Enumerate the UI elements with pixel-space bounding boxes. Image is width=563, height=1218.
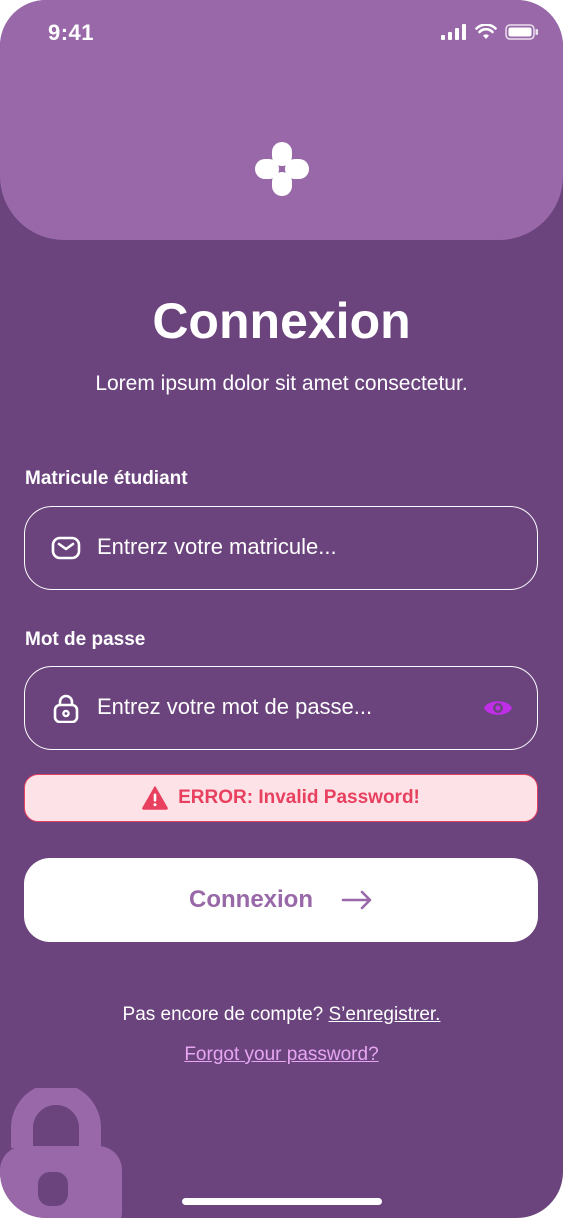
status-icons <box>441 24 539 40</box>
battery-icon <box>505 24 538 40</box>
plus-flower-icon <box>255 142 309 196</box>
page-title: Connexion <box>152 293 411 349</box>
lock-icon <box>53 694 79 723</box>
login-button-label: Connexion <box>189 886 313 913</box>
decorative-lock-icon <box>0 1088 122 1218</box>
error-alert: ERROR: Invalid Password! <box>24 774 538 822</box>
matricule-label: Matricule étudiant <box>25 468 188 489</box>
password-input[interactable] <box>97 667 477 747</box>
matricule-input[interactable] <box>97 507 477 587</box>
header-banner: 9:41 <box>0 0 563 240</box>
register-link[interactable]: S’enregistrer. <box>329 1004 441 1025</box>
status-time: 9:41 <box>48 20 95 45</box>
password-label: Mot de passe <box>25 629 146 650</box>
forgot-password-link[interactable]: Forgot your password? <box>0 1044 563 1066</box>
matricule-field[interactable] <box>24 506 538 590</box>
wifi-icon <box>475 24 497 39</box>
signal-icon <box>441 24 466 40</box>
password-field[interactable] <box>24 666 538 750</box>
eye-icon[interactable] <box>483 695 513 721</box>
login-button[interactable]: Connexion <box>24 858 538 942</box>
warning-triangle-icon <box>142 786 168 810</box>
register-prompt-line: Pas encore de compte? S’enregistrer. <box>0 1004 563 1026</box>
arrow-right-icon <box>341 890 372 910</box>
register-prompt: Pas encore de compte? <box>122 1004 324 1025</box>
phone-screen: 9:41 Connexion Lorem ipsum dolor sit ame… <box>0 0 563 1218</box>
page-subtitle: Lorem ipsum dolor sit amet consectetur. <box>95 372 468 395</box>
mail-icon <box>51 536 81 560</box>
home-indicator <box>182 1198 382 1205</box>
error-message: ERROR: Invalid Password! <box>178 787 420 808</box>
